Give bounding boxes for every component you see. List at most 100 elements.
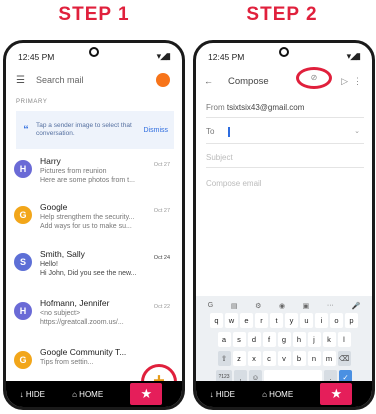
key[interactable]: v [277, 351, 291, 366]
phone-inbox: 12:45 PM ▾◢▮ ☰ Search mail PRIMARY “ Tap… [3, 40, 185, 410]
star-button[interactable]: ★ [320, 383, 353, 405]
from-label: From [206, 103, 225, 112]
avatar[interactable]: S [14, 253, 32, 271]
key[interactable]: g [277, 332, 291, 347]
key[interactable]: w [225, 313, 238, 328]
key[interactable]: d [247, 332, 261, 347]
mail-row[interactable]: H Harry Pictures from reunion Here are s… [14, 156, 174, 202]
key[interactable]: q [210, 313, 223, 328]
more-icon[interactable]: ⋮ [353, 76, 362, 87]
mail-subject: Help strengthem the security... [40, 214, 135, 221]
phone-compose: 12:45 PM ▾◢▮ ← Compose ▷ ⋮ ⊘ From tsixts… [193, 40, 375, 410]
key[interactable]: b [292, 351, 306, 366]
tap-icon: “ [23, 124, 29, 136]
mail-date: Oct 24 [153, 255, 170, 261]
mail-date: Oct 22 [153, 304, 170, 310]
hide-button[interactable]: ↓ HIDE [210, 390, 235, 399]
send-icon[interactable]: ▷ [341, 76, 348, 87]
status-time: 12:45 PM [208, 52, 245, 62]
google-icon[interactable]: G [208, 302, 213, 309]
mail-row[interactable]: H Hofmann, Jennifer <no subject> https:/… [14, 298, 174, 344]
dismiss-button[interactable]: Dismiss [144, 127, 169, 134]
mail-row[interactable]: S Smith, Sally Hello! Hi John, Did you s… [14, 249, 174, 295]
menu-icon[interactable]: ☰ [16, 75, 30, 86]
key[interactable]: z [232, 351, 246, 366]
home-button[interactable]: ⌂ HOME [262, 390, 293, 399]
mail-snippet: https://greatcall.zoom.us/... [40, 319, 124, 326]
status-bar: 12:45 PM ▾◢▮ [196, 43, 372, 65]
key[interactable]: o [330, 313, 343, 328]
avatar[interactable]: H [14, 302, 32, 320]
from-value: tsixtsix43@gmail.com [226, 103, 305, 112]
search-input[interactable]: Search mail [36, 75, 156, 85]
bottom-bar: ↓ HIDE ⌂ HOME ★ [6, 381, 182, 407]
mic-icon[interactable]: 🎤 [351, 302, 360, 310]
theme-icon[interactable]: ◉ [279, 302, 285, 310]
account-avatar[interactable] [156, 73, 170, 87]
divider [206, 167, 364, 168]
back-arrow-icon[interactable]: ← [204, 76, 218, 86]
avatar[interactable]: G [14, 206, 32, 224]
key[interactable]: c [262, 351, 276, 366]
bottom-bar: ↓ HIDE ⌂ HOME ★ [196, 381, 372, 407]
mail-date: Oct 27 [153, 208, 170, 214]
compose-toolbar: ← Compose ▷ ⋮ [204, 70, 364, 92]
attachment-icon[interactable]: ⊘ [296, 67, 332, 89]
mail-subject: Pictures from reunion [40, 168, 107, 175]
key[interactable]: x [247, 351, 261, 366]
key[interactable]: t [270, 313, 283, 328]
avatar[interactable]: H [14, 160, 32, 178]
key[interactable]: p [345, 313, 358, 328]
home-button[interactable]: ⌂ HOME [72, 390, 103, 399]
key[interactable]: h [292, 332, 306, 347]
tip-banner: “ Tap a sender image to select that conv… [16, 111, 174, 149]
status-bar: 12:45 PM ▾◢▮ [6, 43, 182, 65]
keyboard-row-1: q w e r t y u i o p [199, 313, 369, 330]
status-time: 12:45 PM [18, 52, 55, 62]
backspace-key[interactable]: ⌫ [337, 351, 351, 366]
divider [206, 143, 364, 144]
sticker-icon[interactable]: ▤ [231, 302, 238, 310]
signal-battery-icon: ▾◢▮ [156, 51, 171, 61]
mail-snippet: Hi John, Did you see the new... [40, 270, 137, 277]
clipboard-icon[interactable]: ▣ [303, 302, 310, 310]
settings-icon[interactable]: ⚙ [255, 302, 261, 310]
mail-snippet: Add ways for us to make su... [40, 223, 132, 230]
key[interactable]: u [300, 313, 313, 328]
from-field[interactable]: From tsixtsix43@gmail.com [206, 103, 364, 112]
keyboard-row-3: ⇧ z x c v b n m ⌫ [199, 351, 369, 368]
key[interactable]: e [240, 313, 253, 328]
key[interactable]: j [307, 332, 321, 347]
shift-key[interactable]: ⇧ [217, 351, 231, 366]
key[interactable]: a [217, 332, 231, 347]
keyboard-toolbar: G ▤ ⚙ ◉ ▣ ··· 🎤 [199, 298, 369, 313]
more-icon[interactable]: ··· [327, 302, 334, 309]
subject-field[interactable]: Subject [206, 153, 364, 162]
mail-date: Oct 27 [153, 162, 170, 168]
mail-snippet: Here are some photos from t... [40, 177, 135, 184]
key[interactable]: k [322, 332, 336, 347]
key[interactable]: r [255, 313, 268, 328]
step1-title: STEP 1 [58, 4, 130, 25]
step2-title: STEP 2 [246, 4, 318, 25]
hide-button[interactable]: ↓ HIDE [20, 390, 45, 399]
to-field[interactable]: To ⌄ [206, 127, 364, 137]
key[interactable]: n [307, 351, 321, 366]
mail-row[interactable]: G Google Help strengthem the security...… [14, 202, 174, 248]
star-button[interactable]: ★ [130, 383, 163, 405]
search-bar[interactable]: ☰ Search mail [14, 70, 174, 90]
key[interactable]: i [315, 313, 328, 328]
avatar[interactable]: G [14, 351, 32, 369]
key[interactable]: y [285, 313, 298, 328]
key[interactable]: l [337, 332, 351, 347]
text-cursor [228, 127, 230, 137]
signal-battery-icon: ▾◢▮ [346, 51, 361, 61]
tip-text: Tap a sender image to select that conver… [36, 122, 132, 137]
key[interactable]: f [262, 332, 276, 347]
chevron-down-icon[interactable]: ⌄ [354, 127, 360, 135]
mail-subject: <no subject> [40, 310, 81, 317]
camera-icon [89, 47, 99, 57]
body-field[interactable]: Compose email [206, 179, 364, 188]
key[interactable]: m [322, 351, 336, 366]
key[interactable]: s [232, 332, 246, 347]
